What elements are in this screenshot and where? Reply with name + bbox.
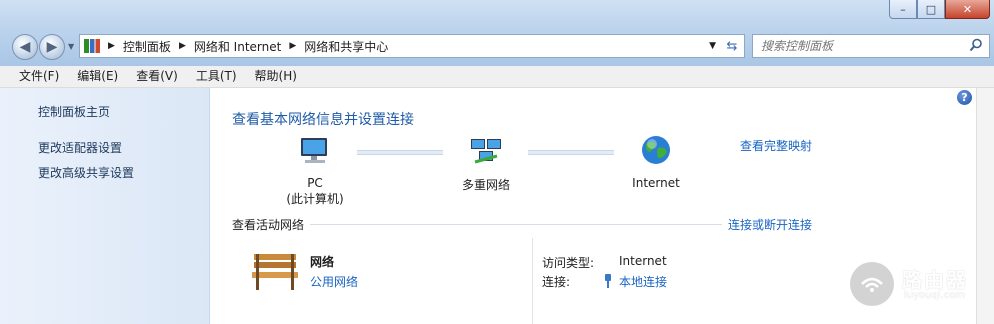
globe-icon[interactable] [640, 134, 672, 166]
multiple-networks-icon[interactable] [469, 136, 503, 166]
router-logo-icon [850, 262, 894, 306]
access-type-value: Internet [619, 254, 667, 268]
breadcrumb-network-internet[interactable]: 网络和 Internet [194, 38, 281, 55]
close-button[interactable]: ✕ [945, 0, 990, 19]
menu-bar: 文件(F) 编辑(E) 查看(V) 工具(T) 帮助(H) [0, 66, 994, 88]
menu-view[interactable]: 查看(V) [127, 66, 187, 87]
window-controls: – □ ✕ [889, 0, 990, 19]
forward-button[interactable]: ▶ [39, 34, 65, 60]
section-divider [310, 224, 722, 225]
node-pc-label: PC (此计算机) [285, 176, 345, 207]
connection-label: 连接: [542, 275, 571, 289]
breadcrumb-chevron-icon[interactable]: ▶ [179, 41, 186, 51]
menu-file[interactable]: 文件(F) [0, 66, 68, 87]
forward-arrow-icon: ▶ [46, 39, 58, 55]
recent-pages-dropdown[interactable]: ▼ [68, 42, 74, 51]
watermark-subtext: luyouqi.com [904, 290, 966, 301]
node-pc-subtitle: (此计算机) [286, 192, 344, 206]
watermark-text: 路由器 [902, 268, 968, 292]
breadcrumb-network-sharing-center[interactable]: 网络和共享中心 [304, 38, 388, 55]
node-pc-name: PC [307, 176, 323, 190]
refresh-icon: ⇆ [726, 38, 738, 54]
control-panel-icon [84, 39, 100, 53]
sidebar-item-change-adapter-settings[interactable]: 更改适配器设置 [38, 139, 122, 156]
page-title: 查看基本网络信息并设置连接 [232, 112, 414, 128]
see-full-map-link[interactable]: 查看完整映射 [740, 137, 812, 154]
connect-disconnect-link[interactable]: 连接或断开连接 [728, 216, 812, 233]
minimize-button[interactable]: – [889, 0, 917, 19]
computer-icon[interactable] [298, 136, 332, 166]
refresh-button[interactable]: ⇆ [720, 34, 745, 58]
maximize-button[interactable]: □ [917, 0, 945, 19]
connection-line [528, 150, 614, 155]
help-icon[interactable]: ? [957, 90, 972, 105]
sidebar-item-change-advanced-sharing[interactable]: 更改高级共享设置 [38, 164, 134, 181]
menu-tools[interactable]: 工具(T) [187, 66, 246, 87]
address-dropdown-icon[interactable]: ▼ [709, 41, 716, 51]
connection-line [357, 150, 443, 155]
back-arrow-icon: ◀ [19, 39, 31, 55]
back-button[interactable]: ◀ [12, 34, 38, 60]
menu-help[interactable]: 帮助(H) [246, 66, 306, 87]
local-connection-link[interactable]: 本地连接 [619, 273, 667, 290]
address-bar[interactable]: ▶ 控制面板 ▶ 网络和 Internet ▶ 网络和共享中心 ▼ [79, 34, 721, 58]
watermark: 路由器 luyouqi.com [850, 262, 990, 308]
sidebar-item-control-panel-home[interactable]: 控制面板主页 [38, 103, 110, 120]
menu-edit[interactable]: 编辑(E) [68, 66, 127, 87]
search-icon[interactable] [969, 38, 983, 52]
node-multiple-networks-label: 多重网络 [461, 178, 510, 192]
network-type-link[interactable]: 公用网络 [310, 273, 358, 290]
network-divider [532, 238, 533, 324]
breadcrumb-control-panel[interactable]: 控制面板 [123, 38, 171, 55]
breadcrumb-chevron-icon[interactable]: ▶ [289, 41, 296, 51]
access-type-label: 访问类型: [542, 256, 595, 270]
search-box[interactable] [752, 34, 990, 58]
active-networks-title: 查看活动网络 [232, 218, 305, 232]
local-connection-icon [605, 274, 611, 288]
breadcrumb-chevron-icon[interactable]: ▶ [108, 41, 115, 51]
public-network-bench-icon[interactable] [250, 250, 300, 294]
search-input[interactable] [759, 38, 963, 54]
task-pane [0, 88, 210, 324]
node-internet-label: Internet [632, 176, 680, 190]
network-name: 网络 [310, 255, 335, 269]
